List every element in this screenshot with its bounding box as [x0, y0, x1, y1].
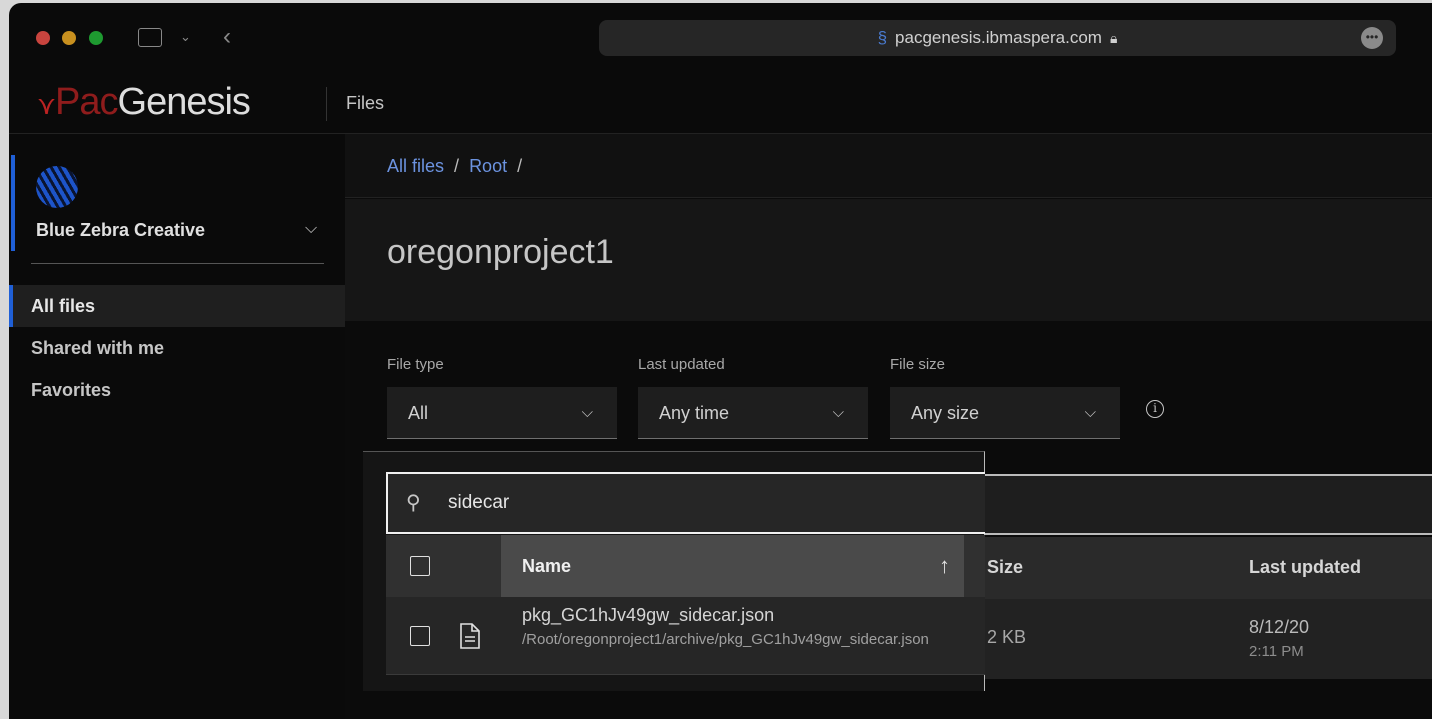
breadcrumb-all-files[interactable]: All files — [387, 156, 444, 176]
search-icon: ⚲ — [406, 492, 421, 514]
file-type-label: File type — [387, 356, 444, 373]
file-name[interactable]: pkg_GC1hJv49gw_sidecar.json — [522, 605, 774, 626]
file-size-select[interactable]: Any size ⌵ — [890, 387, 1120, 439]
back-icon[interactable]: ‹ — [223, 23, 231, 51]
file-icon — [460, 623, 480, 649]
column-name-label: Name — [522, 556, 572, 576]
section-title: Files — [346, 93, 385, 113]
file-type-value: All — [408, 403, 429, 423]
divider — [31, 263, 324, 264]
url-bar[interactable]: § pacgenesis.ibmaspera.com 🔒︎ ••• — [599, 20, 1396, 56]
more-icon[interactable]: ••• — [1361, 27, 1383, 49]
maximize-window-button[interactable] — [89, 31, 103, 45]
site-icon: § — [877, 28, 888, 47]
lock-icon: 🔒︎ — [1109, 29, 1118, 46]
column-name[interactable]: Name ↑ — [501, 535, 964, 597]
url-text: pacgenesis.ibmaspera.com — [895, 28, 1102, 47]
sort-ascending-icon[interactable]: ↑ — [939, 535, 950, 597]
file-path: /Root/oregonproject1/archive/pkg_GC1hJv4… — [522, 631, 929, 648]
sidebar-toggle-icon[interactable] — [138, 28, 162, 47]
search-input[interactable] — [448, 488, 948, 518]
sidebar: Blue Zebra Creative ⌵ All files Shared w… — [9, 134, 345, 719]
last-updated-label: Last updated — [638, 356, 725, 373]
chevron-down-icon: ⌵ — [581, 404, 593, 421]
row-checkbox[interactable] — [410, 626, 430, 646]
results-header: Name ↑ — [386, 535, 985, 597]
column-size[interactable]: Size — [987, 557, 1023, 578]
breadcrumb-separator: / — [454, 156, 460, 176]
breadcrumb: All files / Root / — [345, 134, 1432, 198]
sidebar-item-shared-with-me[interactable]: Shared with me — [9, 327, 345, 369]
chevron-down-icon: ⌵ — [1084, 404, 1096, 421]
chevron-down-icon[interactable]: ⌵ — [305, 220, 317, 238]
info-icon[interactable]: i — [1146, 400, 1164, 418]
file-time: 2:11 PM — [1249, 643, 1304, 660]
result-row[interactable]: pkg_GC1hJv49gw_sidecar.json /Root/oregon… — [386, 597, 985, 675]
breadcrumb-root[interactable]: Root — [469, 156, 507, 176]
header-divider — [326, 87, 327, 121]
select-all-checkbox[interactable] — [410, 556, 430, 576]
account-name[interactable]: Blue Zebra Creative — [36, 220, 205, 241]
last-updated-value: Any time — [659, 403, 730, 423]
file-size-value: Any size — [911, 403, 980, 423]
chevron-down-icon[interactable]: ⌄ — [180, 29, 191, 45]
file-date: 8/12/20 — [1249, 617, 1310, 637]
search-box[interactable]: ⚲ — [386, 472, 985, 534]
chevron-down-icon: ⌵ — [832, 404, 844, 421]
page-title: oregonproject1 — [387, 233, 614, 271]
avatar — [36, 166, 78, 208]
close-window-button[interactable] — [36, 31, 50, 45]
file-size: 2 KB — [987, 627, 1027, 647]
pacgenesis-logo[interactable]: ⋎PacGenesis — [37, 81, 251, 124]
sidebar-item-all-files[interactable]: All files — [9, 285, 345, 327]
file-size-label: File size — [890, 356, 946, 373]
minimize-window-button[interactable] — [62, 31, 76, 45]
browser-window: ⌄ ‹ § pacgenesis.ibmaspera.com 🔒︎ ••• ⋎P… — [9, 3, 1432, 719]
breadcrumb-separator: / — [517, 156, 523, 176]
file-type-select[interactable]: All ⌵ — [387, 387, 617, 439]
account-indicator — [11, 155, 15, 251]
search-results-panel: ⚲ Name ↑ pkg_GC1hJv49gw_sidecar.json /Roo… — [363, 451, 985, 691]
column-last-updated[interactable]: Last updated — [1249, 557, 1361, 578]
sidebar-item-favorites[interactable]: Favorites — [9, 369, 345, 411]
title-area: oregonproject1 — [345, 199, 1432, 321]
last-updated-select[interactable]: Any time ⌵ — [638, 387, 868, 439]
